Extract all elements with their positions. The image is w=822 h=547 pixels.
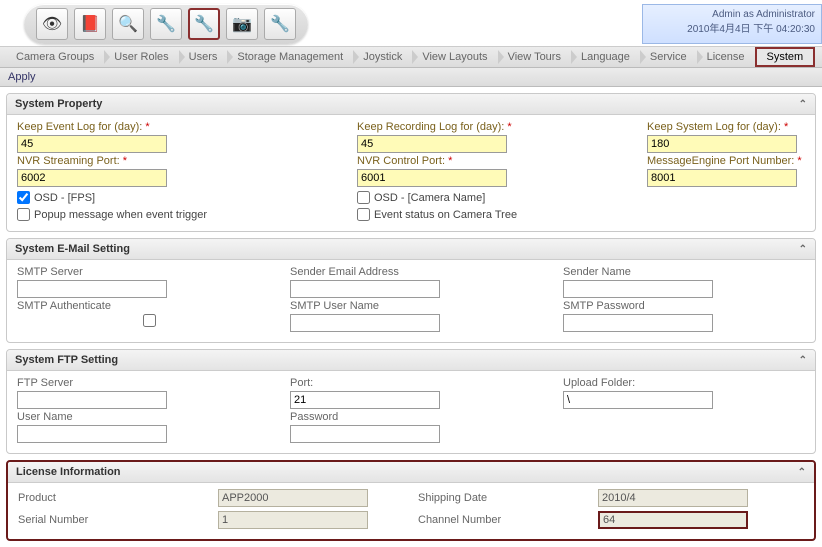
ftp-server-field[interactable] [17,391,167,409]
nvr-control-field[interactable] [357,169,507,187]
serial-value [218,511,368,529]
tab-storage-management[interactable]: Storage Management [227,46,353,68]
tab-language[interactable]: Language [571,46,640,68]
time-line: 2010年4月4日 下午 04:20:30 [649,20,815,35]
toolbar-door-icon[interactable]: 📕 [74,8,106,40]
collapse-icon[interactable]: ⌃ [799,99,807,110]
msg-engine-label: MessageEngine Port Number: [647,155,822,167]
collapse-icon[interactable]: ⌃ [799,355,807,366]
keep-recording-field[interactable] [357,135,507,153]
collapse-icon[interactable]: ⌃ [798,467,806,478]
tab-camera-groups[interactable]: Camera Groups [6,46,104,68]
sender-email-label: Sender Email Address [290,266,555,278]
toolbar-magnify-gear-icon[interactable]: 🔍 [112,8,144,40]
user-line: Admin as Administrator [649,9,815,20]
user-info-box: Admin as Administrator 2010年4月4日 下午 04:2… [642,4,822,44]
sender-name-label: Sender Name [563,266,822,278]
keep-system-label: Keep System Log for (day): [647,121,822,133]
sender-name-field[interactable] [563,280,713,298]
osd-camera-label: OSD - [Camera Name] [374,192,485,204]
tab-joystick[interactable]: Joystick [353,46,412,68]
section-title: System Property [15,98,102,110]
tab-user-roles[interactable]: User Roles [104,46,178,68]
smtp-pass-field[interactable] [563,314,713,332]
channel-value [598,511,748,529]
popup-label: Popup message when event trigger [34,209,207,221]
smtp-user-field[interactable] [290,314,440,332]
upload-folder-label: Upload Folder: [563,377,822,389]
section-license: License Information ⌃ Product Shipping D… [6,460,816,541]
ftp-user-field[interactable] [17,425,167,443]
serial-label: Serial Number [18,514,218,526]
product-value [218,489,368,507]
keep-event-label: Keep Event Log for (day): [17,121,317,133]
ftp-user-label: User Name [17,411,282,423]
section-email: System E-Mail Setting ⌃ SMTP Server Send… [6,238,816,343]
smtp-pass-label: SMTP Password [563,300,822,312]
toolbar-wrench2-icon[interactable]: 🔧 [264,8,296,40]
tab-system[interactable]: System [755,47,816,67]
smtp-user-label: SMTP User Name [290,300,555,312]
toolbar-wrench-icon[interactable]: 🔧 [150,8,182,40]
section-ftp: System FTP Setting ⌃ FTP Server Port: Up… [6,349,816,454]
tab-view-tours[interactable]: View Tours [498,46,571,68]
smtp-server-field[interactable] [17,280,167,298]
osd-camera-checkbox[interactable] [357,191,370,204]
event-tree-label: Event status on Camera Tree [374,209,517,221]
tab-bar: Camera Groups User Roles Users Storage M… [0,46,822,68]
section-system-property: System Property ⌃ Keep Event Log for (da… [6,93,816,232]
apply-link[interactable]: Apply [8,71,36,83]
main-toolbar: 👁 📕 🔍 🔧 🔧 📷 🔧 [24,4,308,44]
ftp-port-label: Port: [290,377,555,389]
nvr-stream-label: NVR Streaming Port: [17,155,317,167]
ftp-pass-field[interactable] [290,425,440,443]
upload-folder-field[interactable] [563,391,713,409]
nvr-control-label: NVR Control Port: [357,155,607,167]
keep-event-field[interactable] [17,135,167,153]
tab-view-layouts[interactable]: View Layouts [412,46,497,68]
tab-license[interactable]: License [697,46,755,68]
osd-fps-label: OSD - [FPS] [34,192,95,204]
shipping-label: Shipping Date [418,492,598,504]
keep-system-field[interactable] [647,135,797,153]
popup-checkbox[interactable] [17,208,30,221]
section-title: System FTP Setting [15,354,118,366]
nvr-stream-field[interactable] [17,169,167,187]
osd-fps-checkbox[interactable] [17,191,30,204]
product-label: Product [18,492,218,504]
sender-email-field[interactable] [290,280,440,298]
collapse-icon[interactable]: ⌃ [799,244,807,255]
msg-engine-field[interactable] [647,169,797,187]
tab-users[interactable]: Users [179,46,228,68]
ftp-pass-label: Password [290,411,555,423]
event-tree-checkbox[interactable] [357,208,370,221]
keep-recording-label: Keep Recording Log for (day): [357,121,607,133]
ftp-port-field[interactable] [290,391,440,409]
section-title: License Information [16,466,121,478]
toolbar-eye-icon[interactable]: 👁 [36,8,68,40]
shipping-value [598,489,748,507]
channel-label: Channel Number [418,514,598,526]
toolbar-wrench-selected-icon[interactable]: 🔧 [188,8,220,40]
ftp-server-label: FTP Server [17,377,282,389]
toolbar-camera-gear-icon[interactable]: 📷 [226,8,258,40]
tab-service[interactable]: Service [640,46,697,68]
smtp-server-label: SMTP Server [17,266,282,278]
section-title: System E-Mail Setting [15,243,130,255]
smtp-auth-checkbox[interactable] [17,314,282,327]
smtp-auth-label: SMTP Authenticate [17,300,282,312]
